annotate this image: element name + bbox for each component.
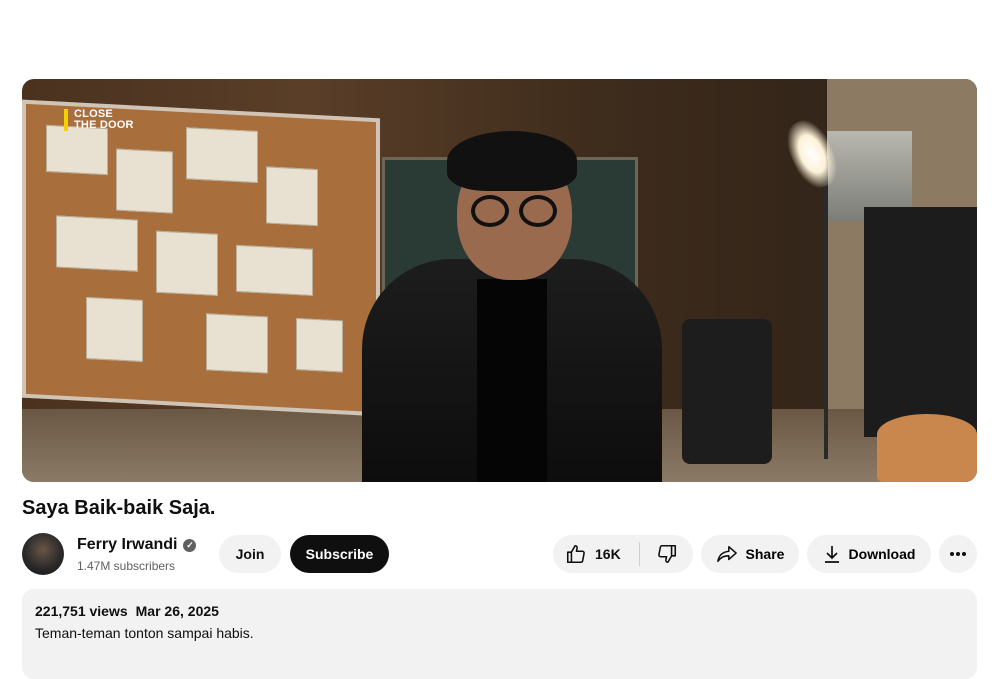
pinned-paper bbox=[186, 127, 258, 183]
more-actions-button[interactable] bbox=[939, 535, 977, 573]
glasses bbox=[467, 195, 562, 229]
pinned-paper bbox=[156, 230, 218, 296]
share-label: Share bbox=[745, 546, 785, 562]
thumbs-down-icon bbox=[656, 543, 678, 565]
like-dislike-group: 16K bbox=[553, 535, 693, 573]
pinned-paper bbox=[236, 244, 313, 296]
pinned-paper bbox=[206, 313, 268, 374]
lamp-pole bbox=[824, 159, 828, 459]
shelf bbox=[864, 207, 977, 437]
view-count: 221,751 views bbox=[35, 603, 128, 619]
description-text: Teman-teman tonton sampai habis. bbox=[35, 625, 254, 641]
person-hair bbox=[447, 131, 577, 191]
pinned-paper bbox=[46, 124, 108, 176]
pinned-paper bbox=[56, 215, 138, 272]
dislike-button[interactable] bbox=[640, 535, 693, 573]
channel-avatar[interactable] bbox=[22, 533, 64, 575]
video-meta: 221,751 views Mar 26, 2025 bbox=[35, 603, 964, 619]
download-label: Download bbox=[848, 546, 916, 562]
upload-date: Mar 26, 2025 bbox=[135, 603, 219, 619]
barrel bbox=[682, 319, 772, 464]
join-button[interactable]: Join bbox=[219, 535, 281, 573]
verified-badge-icon: ✓ bbox=[183, 538, 197, 552]
channel-watermark-logo: CLOSE THE DOOR bbox=[64, 109, 134, 131]
ellipsis-icon bbox=[949, 551, 967, 557]
subscribe-button[interactable]: Subscribe bbox=[290, 535, 389, 573]
person-shirt bbox=[477, 279, 547, 482]
like-button[interactable]: 16K bbox=[553, 535, 639, 573]
thumbs-up-icon bbox=[565, 543, 587, 565]
subscriber-count: 1.47M subscribers bbox=[77, 559, 176, 573]
like-count: 16K bbox=[595, 546, 621, 562]
download-icon bbox=[823, 544, 841, 564]
pinned-paper bbox=[296, 317, 343, 373]
logo-line-2: THE DOOR bbox=[74, 119, 134, 131]
pinned-paper bbox=[116, 148, 173, 214]
description-box[interactable]: 221,751 views Mar 26, 2025 Teman-teman t… bbox=[22, 589, 977, 679]
channel-name-row[interactable]: Ferry Irwandi ✓ bbox=[77, 536, 197, 554]
download-button[interactable]: Download bbox=[807, 535, 931, 573]
share-button[interactable]: Share bbox=[701, 535, 799, 573]
pinned-paper bbox=[86, 296, 143, 362]
video-title: Saya Baik-baik Saja. bbox=[22, 497, 216, 519]
stool bbox=[877, 414, 977, 482]
cork-board bbox=[22, 99, 380, 417]
share-arrow-icon bbox=[716, 544, 738, 564]
video-player[interactable]: CLOSE THE DOOR bbox=[22, 79, 977, 482]
channel-name[interactable]: Ferry Irwandi bbox=[77, 536, 177, 554]
pinned-paper bbox=[266, 166, 318, 227]
